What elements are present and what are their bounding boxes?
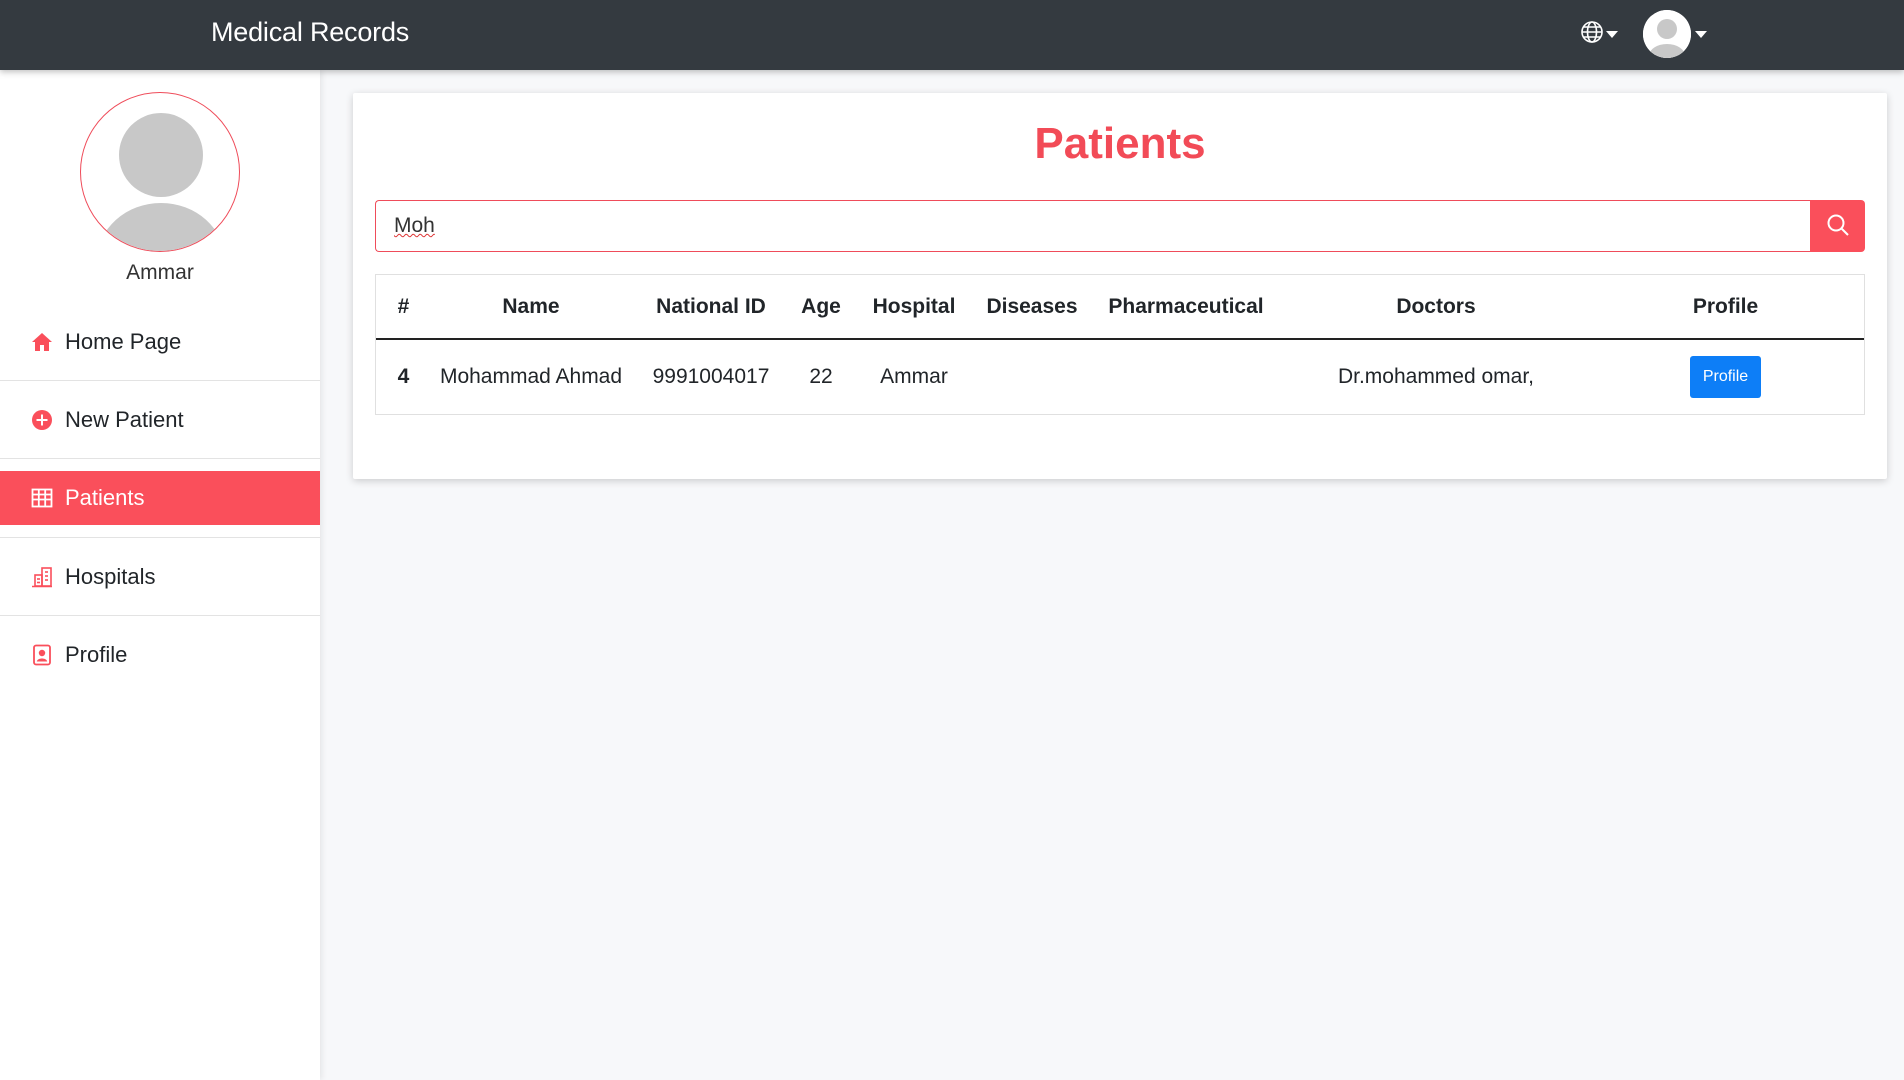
search-button[interactable] xyxy=(1810,200,1865,252)
cell-profile: Profile xyxy=(1587,339,1864,413)
cell-national-id: 9991004017 xyxy=(652,364,770,388)
sidebar-item-label: Profile xyxy=(65,642,128,667)
cell-pharmaceutical xyxy=(1087,339,1285,413)
column-header: Diseases xyxy=(977,275,1087,340)
cell-name: Mohammad Ahmad xyxy=(439,364,623,388)
cell-hospital: Ammar xyxy=(880,364,948,388)
column-header: Hospital xyxy=(851,275,977,340)
column-header: National ID xyxy=(631,275,791,340)
sidebar-item-patients[interactable]: Patients xyxy=(0,471,320,525)
sidebar-item-label: Home Page xyxy=(65,328,182,354)
page-title: Patients xyxy=(1034,119,1206,168)
column-header: Doctors xyxy=(1285,275,1587,340)
column-header: # xyxy=(376,275,431,340)
cell-number: 4 xyxy=(397,364,410,388)
chevron-down-icon xyxy=(1695,30,1707,38)
sidebar-item-label: Patients xyxy=(65,485,145,510)
sidebar-item-home[interactable]: Home Page xyxy=(0,303,320,381)
sidebar-item-hospitals[interactable]: Hospitals xyxy=(0,538,320,616)
search-input[interactable] xyxy=(375,200,1810,252)
table-row: 4 Mohammad Ahmad 9991004017 22 Ammar Dr.… xyxy=(376,339,1864,413)
sidebar-item-label: New Patient xyxy=(65,406,184,432)
profile-button[interactable]: Profile xyxy=(1689,355,1762,398)
sidebar-item-label: Hospitals xyxy=(65,563,156,589)
cell-diseases xyxy=(977,339,1087,413)
cell-age: 22 xyxy=(809,364,833,388)
plus-circle-icon xyxy=(31,409,53,431)
sidebar-nav: Home Page New Patient Patients Hospitals… xyxy=(0,303,320,694)
user-name: Ammar xyxy=(126,261,194,284)
search-icon xyxy=(1826,213,1850,240)
column-header: Age xyxy=(791,275,851,340)
patients-card: Patients # Name National ID Age Hospital xyxy=(353,93,1887,479)
column-header: Pharmaceutical xyxy=(1087,275,1285,340)
column-header: Profile xyxy=(1587,275,1864,340)
top-navbar: Medical Records xyxy=(0,0,1904,70)
patients-table: # Name National ID Age Hospital Diseases… xyxy=(375,274,1865,415)
avatar xyxy=(1643,10,1691,58)
chevron-down-icon xyxy=(1606,30,1618,38)
user-avatar xyxy=(80,92,240,252)
person-badge-icon xyxy=(31,644,53,666)
brand-title[interactable]: Medical Records xyxy=(211,17,409,48)
language-dropdown[interactable] xyxy=(1580,20,1618,48)
table-icon xyxy=(31,487,53,509)
cell-doctors: Dr.mohammed omar, xyxy=(1337,364,1535,388)
globe-icon xyxy=(1580,20,1604,49)
search-bar xyxy=(375,200,1865,252)
building-icon xyxy=(31,566,53,588)
user-menu-dropdown[interactable] xyxy=(1643,10,1707,58)
table-header-row: # Name National ID Age Hospital Diseases… xyxy=(376,275,1864,340)
sidebar: Ammar Home Page New Patient Patients Hos… xyxy=(0,70,320,1080)
sidebar-item-new-patient[interactable]: New Patient xyxy=(0,381,320,459)
sidebar-item-profile[interactable]: Profile xyxy=(0,616,320,694)
home-icon xyxy=(31,331,53,353)
column-header: Name xyxy=(431,275,631,340)
